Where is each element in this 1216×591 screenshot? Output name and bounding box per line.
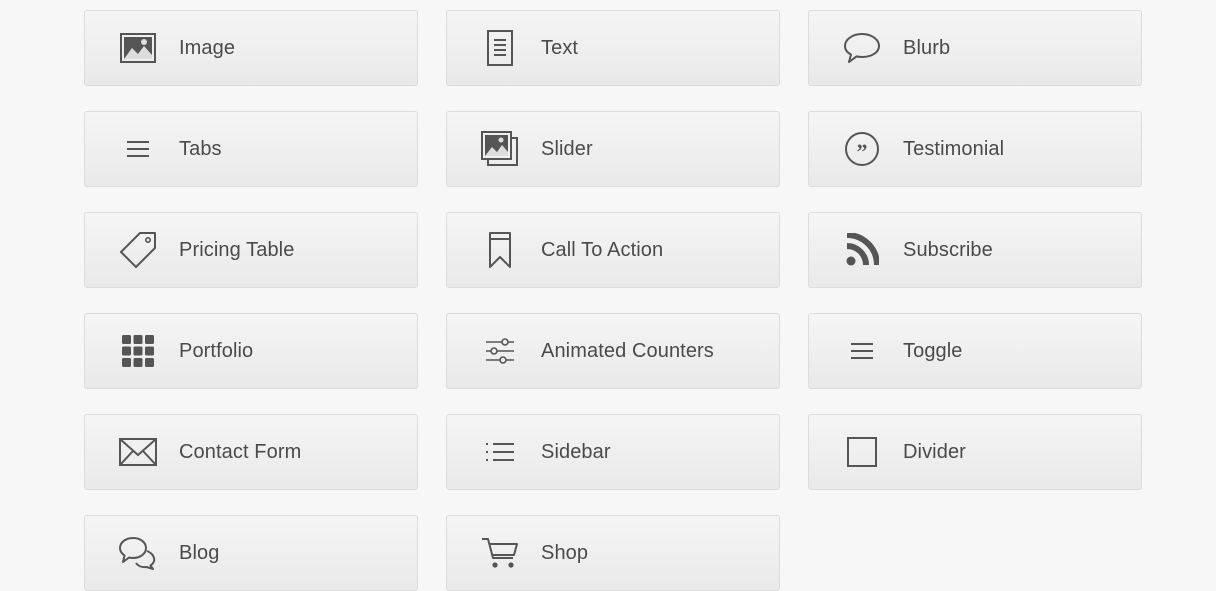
- module-blog[interactable]: Blog: [84, 515, 418, 591]
- module-image[interactable]: Image: [84, 10, 418, 86]
- envelope-icon: [117, 431, 159, 473]
- shopping-cart-icon: [479, 532, 521, 574]
- module-call-to-action[interactable]: Call To Action: [446, 212, 780, 288]
- image-icon: [117, 27, 159, 69]
- module-animated-counters[interactable]: Animated Counters: [446, 313, 780, 389]
- module-label: Divider: [903, 440, 966, 463]
- module-tabs[interactable]: Tabs: [84, 111, 418, 187]
- module-label: Sidebar: [541, 440, 611, 463]
- text-document-icon: [479, 27, 521, 69]
- module-label: Call To Action: [541, 238, 664, 261]
- module-contact-form[interactable]: Contact Form: [84, 414, 418, 490]
- module-label: Subscribe: [903, 238, 993, 261]
- module-testimonial[interactable]: ” Testimonial: [808, 111, 1142, 187]
- sliders-icon: [479, 330, 521, 372]
- bulleted-list-icon: [479, 431, 521, 473]
- grid-icon: [117, 330, 159, 372]
- module-subscribe[interactable]: Subscribe: [808, 212, 1142, 288]
- module-label: Shop: [541, 541, 589, 564]
- module-grid: Image Text Blurb Tabs Slider ” Testimoni…: [84, 10, 1142, 591]
- module-label: Testimonial: [903, 137, 1005, 160]
- module-slider[interactable]: Slider: [446, 111, 780, 187]
- module-sidebar[interactable]: Sidebar: [446, 414, 780, 490]
- svg-text:”: ”: [857, 139, 868, 164]
- module-label: Pricing Table: [179, 238, 295, 261]
- hamburger-lines-icon: [841, 330, 883, 372]
- module-toggle[interactable]: Toggle: [808, 313, 1142, 389]
- square-outline-icon: [841, 431, 883, 473]
- module-shop[interactable]: Shop: [446, 515, 780, 591]
- module-label: Image: [179, 36, 236, 59]
- module-label: Tabs: [179, 137, 222, 160]
- module-label: Portfolio: [179, 339, 254, 362]
- module-label: Contact Form: [179, 440, 302, 463]
- stacked-images-icon: [479, 128, 521, 170]
- hamburger-lines-icon: [117, 128, 159, 170]
- module-label: Text: [541, 36, 579, 59]
- module-pricing-table[interactable]: Pricing Table: [84, 212, 418, 288]
- module-label: Toggle: [903, 339, 963, 362]
- module-divider[interactable]: Divider: [808, 414, 1142, 490]
- module-label: Slider: [541, 137, 593, 160]
- module-label: Blurb: [903, 36, 951, 59]
- module-text[interactable]: Text: [446, 10, 780, 86]
- rss-icon: [841, 229, 883, 271]
- bookmark-icon: [479, 229, 521, 271]
- module-label: Blog: [179, 541, 220, 564]
- module-label: Animated Counters: [541, 339, 714, 362]
- quote-circle-icon: ”: [841, 128, 883, 170]
- price-tag-icon: [117, 229, 159, 271]
- module-portfolio[interactable]: Portfolio: [84, 313, 418, 389]
- chat-bubbles-icon: [117, 532, 159, 574]
- module-blurb[interactable]: Blurb: [808, 10, 1142, 86]
- speech-bubble-icon: [841, 27, 883, 69]
